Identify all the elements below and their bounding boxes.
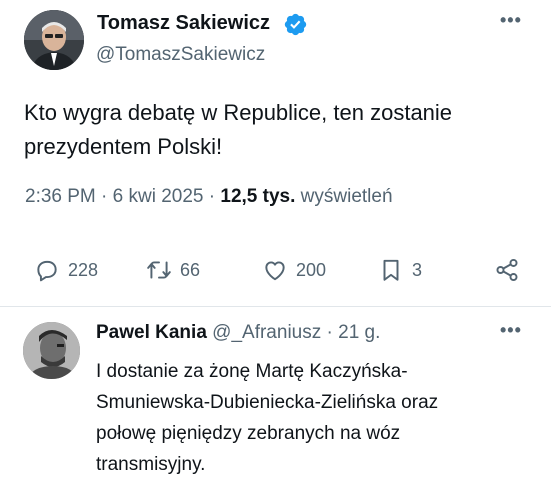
reply-author-name[interactable]: Pawel Kania <box>96 322 207 343</box>
share-button[interactable] <box>494 250 520 290</box>
tweet-text-line: prezydentem Polski! <box>24 134 223 159</box>
verified-badge-icon <box>283 12 308 37</box>
reply-icon <box>37 260 57 282</box>
author-avatar[interactable] <box>24 10 84 70</box>
reply-text-line: połowę pięniędzy zebranych na wóz <box>96 423 401 444</box>
like-icon <box>265 261 285 281</box>
reply-text-line: transmisyjny. <box>96 454 206 475</box>
reply-author-handle[interactable]: @_Afraniusz <box>212 322 321 343</box>
reply-count: 228 <box>68 259 99 280</box>
bookmark-icon <box>383 259 399 281</box>
author-handle[interactable]: @TomaszSakiewicz <box>96 44 265 66</box>
divider <box>0 306 551 307</box>
reply-text-line: Smuniewska-Dubieniecka-Zielińska oraz <box>96 392 439 413</box>
repost-count: 66 <box>180 259 201 280</box>
tweet-text: Kto wygra debatę w Republice, ten zostan… <box>24 96 529 164</box>
views-label: wyświetleń <box>300 186 393 207</box>
repost-button[interactable]: 66 <box>146 250 200 290</box>
tweet-text-line: Kto wygra debatę w Republice, ten zostan… <box>24 100 453 125</box>
views-count: 12,5 tys. <box>220 186 296 207</box>
reply-text: I dostanie za żonę Martę Kaczyńska- Smun… <box>96 356 536 480</box>
tweet-date[interactable]: 6 kwi 2025 <box>113 186 204 207</box>
bookmark-count: 3 <box>412 259 423 280</box>
reply-author-avatar[interactable] <box>23 322 80 379</box>
reply-button[interactable]: 228 <box>34 250 98 290</box>
share-icon <box>496 258 518 282</box>
bookmark-button[interactable]: 3 <box>378 250 422 290</box>
reply-header: Pawel Kania @_Afraniusz · 21 g. <box>96 322 380 344</box>
author-name[interactable]: Tomasz Sakiewicz <box>97 12 270 35</box>
action-bar: 228 66 200 3 <box>0 250 551 290</box>
meta-separator: · <box>208 186 216 207</box>
repost-icon <box>147 261 171 279</box>
more-icon[interactable]: ••• <box>500 10 522 31</box>
like-button[interactable]: 200 <box>262 250 326 290</box>
reply-more-icon[interactable]: ••• <box>500 320 522 341</box>
tweet-meta: 2:36 PM · 6 kwi 2025 · 12,5 tys. wyświet… <box>25 186 393 208</box>
reply-time[interactable]: 21 g. <box>338 322 380 343</box>
meta-separator: · <box>326 322 333 343</box>
reply-text-line: I dostanie za żonę Martę Kaczyńska- <box>96 361 408 382</box>
meta-separator: · <box>101 186 108 207</box>
like-count: 200 <box>296 259 327 280</box>
tweet-time[interactable]: 2:36 PM <box>25 186 96 207</box>
